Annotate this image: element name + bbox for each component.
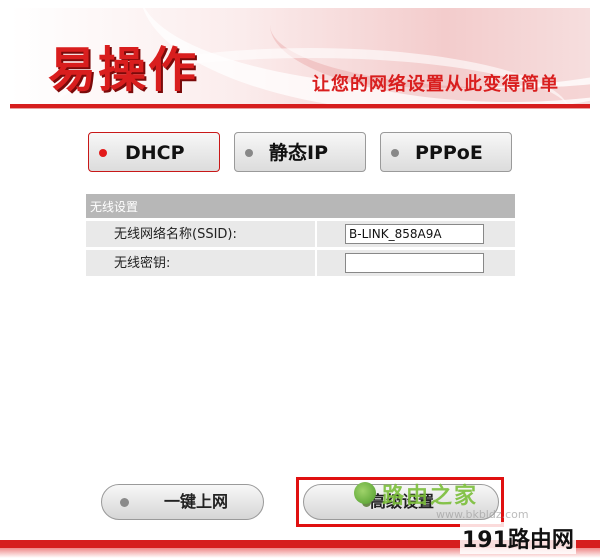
wizard-frame: 易操作 让您的网络设置从此变得简单 DHCP 静态IP PPPoE 无线设置 无…	[0, 0, 600, 558]
wireless-key-input[interactable]	[345, 253, 484, 273]
radio-dot-icon	[245, 149, 253, 157]
one-click-internet-label: 一键上网	[164, 492, 229, 511]
wireless-key-label: 无线密钥:	[114, 256, 171, 271]
header-divider-shadow	[10, 108, 590, 109]
static-ip-mode-button[interactable]: 静态IP	[234, 132, 366, 172]
slogan: 让您的网络设置从此变得简单	[312, 74, 559, 95]
ssid-label: 无线网络名称(SSID):	[114, 227, 237, 242]
advanced-settings-label: 高级设置	[370, 492, 435, 511]
static-ip-mode-label: 静态IP	[269, 142, 328, 164]
ssid-input[interactable]	[345, 224, 484, 244]
pppoe-mode-button[interactable]: PPPoE	[380, 132, 512, 172]
wireless-section-title: 无线设置	[86, 194, 515, 218]
ssid-row: 无线网络名称(SSID):	[86, 221, 515, 247]
dhcp-mode-label: DHCP	[125, 142, 185, 164]
header-banner: 易操作 让您的网络设置从此变得简单	[10, 8, 590, 108]
bullet-icon	[120, 498, 129, 507]
radio-dot-icon	[99, 149, 107, 157]
footer-bar	[0, 540, 600, 548]
logo-text: 易操作	[48, 42, 199, 98]
footer-fade	[0, 548, 600, 558]
wireless-key-row: 无线密钥:	[86, 250, 515, 276]
radio-dot-icon	[391, 149, 399, 157]
pppoe-mode-label: PPPoE	[415, 142, 483, 164]
one-click-internet-button[interactable]: 一键上网	[101, 484, 264, 520]
advanced-settings-button[interactable]: 高级设置	[303, 484, 499, 520]
dhcp-mode-button[interactable]: DHCP	[88, 132, 220, 172]
